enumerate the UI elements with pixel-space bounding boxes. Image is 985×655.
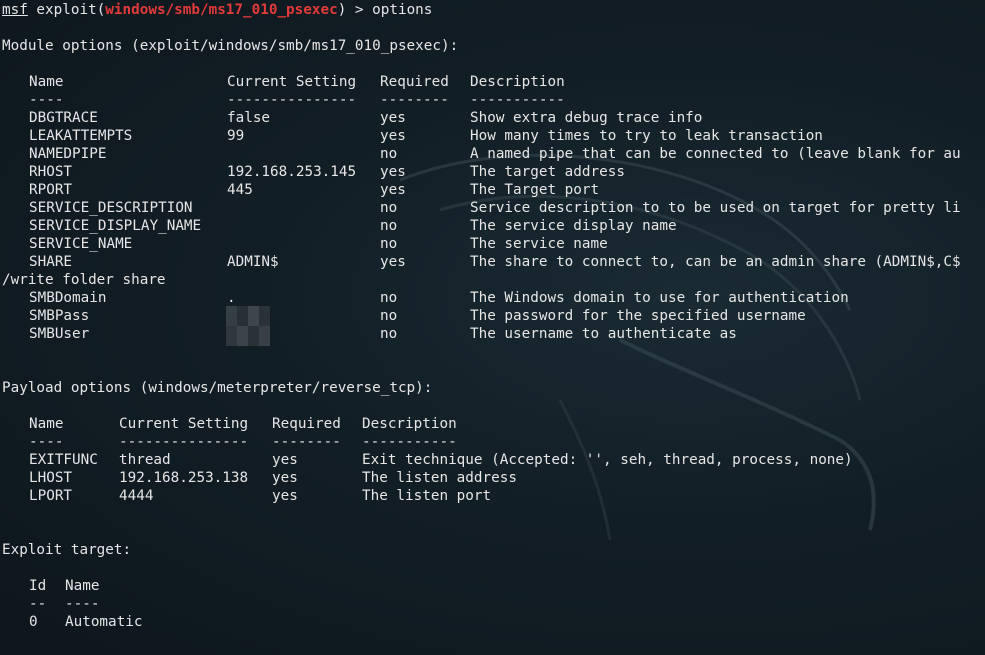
payload-col-header: Required xyxy=(272,416,341,432)
module-option-name: NAMEDPIPE xyxy=(29,146,107,162)
payload-option-description: The listen port xyxy=(362,488,492,504)
prompt-line: msf exploit(windows/smb/ms17_010_psexec)… xyxy=(2,1,432,19)
module-option-setting: 445 xyxy=(227,182,253,198)
module-option-wrap-line: /write folder share xyxy=(2,272,166,288)
module-option-required: no xyxy=(380,326,398,342)
payload-option-setting: 4444 xyxy=(119,488,154,504)
module-option-required: no xyxy=(380,236,398,252)
module-option-description: The share to connect to, can be an admin… xyxy=(470,254,961,270)
payload-option-name: LHOST xyxy=(29,470,73,486)
module-option-name: SMBUser xyxy=(29,326,90,342)
target-col-header: Id xyxy=(29,578,47,594)
module-col-divider: -------- xyxy=(380,92,449,108)
module-option-required: no xyxy=(380,146,398,162)
module-option-required: yes xyxy=(380,110,406,126)
payload-option-name: EXITFUNC xyxy=(29,452,98,468)
payload-option-name: LPORT xyxy=(29,488,73,504)
module-option-description: How many times to try to leak transactio… xyxy=(470,128,823,144)
module-col-header: Description xyxy=(470,74,565,90)
module-option-name: RPORT xyxy=(29,182,73,198)
module-option-setting: ADMIN$ xyxy=(227,254,279,270)
payload-options-heading: Payload options (windows/meterpreter/rev… xyxy=(2,380,433,396)
module-option-description: The service display name xyxy=(470,218,677,234)
prompt-command: ) > options xyxy=(337,2,433,18)
module-col-divider: --------------- xyxy=(227,92,357,108)
module-option-name: SHARE xyxy=(29,254,73,270)
prompt-text-before: exploit( xyxy=(27,2,106,18)
module-option-required: no xyxy=(380,218,398,234)
module-option-required: no xyxy=(380,308,398,324)
module-option-name: SMBDomain xyxy=(29,290,107,306)
target-col-header: Name xyxy=(65,578,100,594)
module-col-header: Name xyxy=(29,74,64,90)
module-option-required: yes xyxy=(380,182,406,198)
module-option-description: The password for the specified username xyxy=(470,308,806,324)
module-option-description: The target address xyxy=(470,164,625,180)
payload-option-description: The listen address xyxy=(362,470,517,486)
module-option-setting: 99 xyxy=(227,128,245,144)
module-option-description: The service name xyxy=(470,236,608,252)
module-option-description: The Target port xyxy=(470,182,600,198)
payload-col-header: Name xyxy=(29,416,64,432)
redacted-smbuser xyxy=(226,326,270,346)
payload-col-header: Current Setting xyxy=(119,416,249,432)
module-col-divider: ---- xyxy=(29,92,64,108)
module-option-description: Service description to to be used on tar… xyxy=(470,200,961,216)
module-col-header: Required xyxy=(380,74,449,90)
exploit-target-heading: Exploit target: xyxy=(2,542,132,558)
target-id: 0 xyxy=(29,614,38,630)
module-option-required: no xyxy=(380,200,398,216)
module-option-name: SMBPass xyxy=(29,308,90,324)
payload-col-divider: -------- xyxy=(272,434,341,450)
target-name: Automatic xyxy=(65,614,143,630)
module-option-description: The Windows domain to use for authentica… xyxy=(470,290,849,306)
module-option-required: yes xyxy=(380,254,406,270)
payload-col-header: Description xyxy=(362,416,457,432)
module-option-name: SERVICE_DISPLAY_NAME xyxy=(29,218,202,234)
module-option-description: Show extra debug trace info xyxy=(470,110,703,126)
payload-option-description: Exit technique (Accepted: '', seh, threa… xyxy=(362,452,853,468)
prompt-module: windows/smb/ms17_010_psexec xyxy=(105,2,338,18)
payload-col-divider: --------------- xyxy=(119,434,249,450)
module-option-name: RHOST xyxy=(29,164,73,180)
module-option-description: The username to authenticate as xyxy=(470,326,737,342)
module-option-required: yes xyxy=(380,164,406,180)
module-option-setting: 192.168.253.145 xyxy=(227,164,357,180)
module-option-setting: false xyxy=(227,110,271,126)
payload-option-setting: thread xyxy=(119,452,171,468)
module-option-name: LEAKATTEMPTS xyxy=(29,128,133,144)
module-option-description: A named pipe that can be connected to (l… xyxy=(470,146,961,162)
module-option-required: yes xyxy=(380,128,406,144)
payload-option-required: yes xyxy=(272,452,298,468)
payload-col-divider: ---- xyxy=(29,434,64,450)
module-col-header: Current Setting xyxy=(227,74,357,90)
module-col-divider: ----------- xyxy=(470,92,565,108)
module-options-heading: Module options (exploit/windows/smb/ms17… xyxy=(2,38,459,54)
prompt-user: msf xyxy=(2,2,28,18)
target-col-divider: ---- xyxy=(65,596,100,612)
payload-option-setting: 192.168.253.138 xyxy=(119,470,249,486)
target-col-divider: -- xyxy=(29,596,47,612)
module-option-name: SERVICE_DESCRIPTION xyxy=(29,200,193,216)
payload-col-divider: ----------- xyxy=(362,434,457,450)
module-option-setting: . xyxy=(227,290,236,306)
module-option-name: SERVICE_NAME xyxy=(29,236,133,252)
terminal-window[interactable]: msf exploit(windows/smb/ms17_010_psexec)… xyxy=(0,0,985,655)
payload-option-required: yes xyxy=(272,488,298,504)
payload-option-required: yes xyxy=(272,470,298,486)
module-option-name: DBGTRACE xyxy=(29,110,98,126)
module-option-required: no xyxy=(380,290,398,306)
